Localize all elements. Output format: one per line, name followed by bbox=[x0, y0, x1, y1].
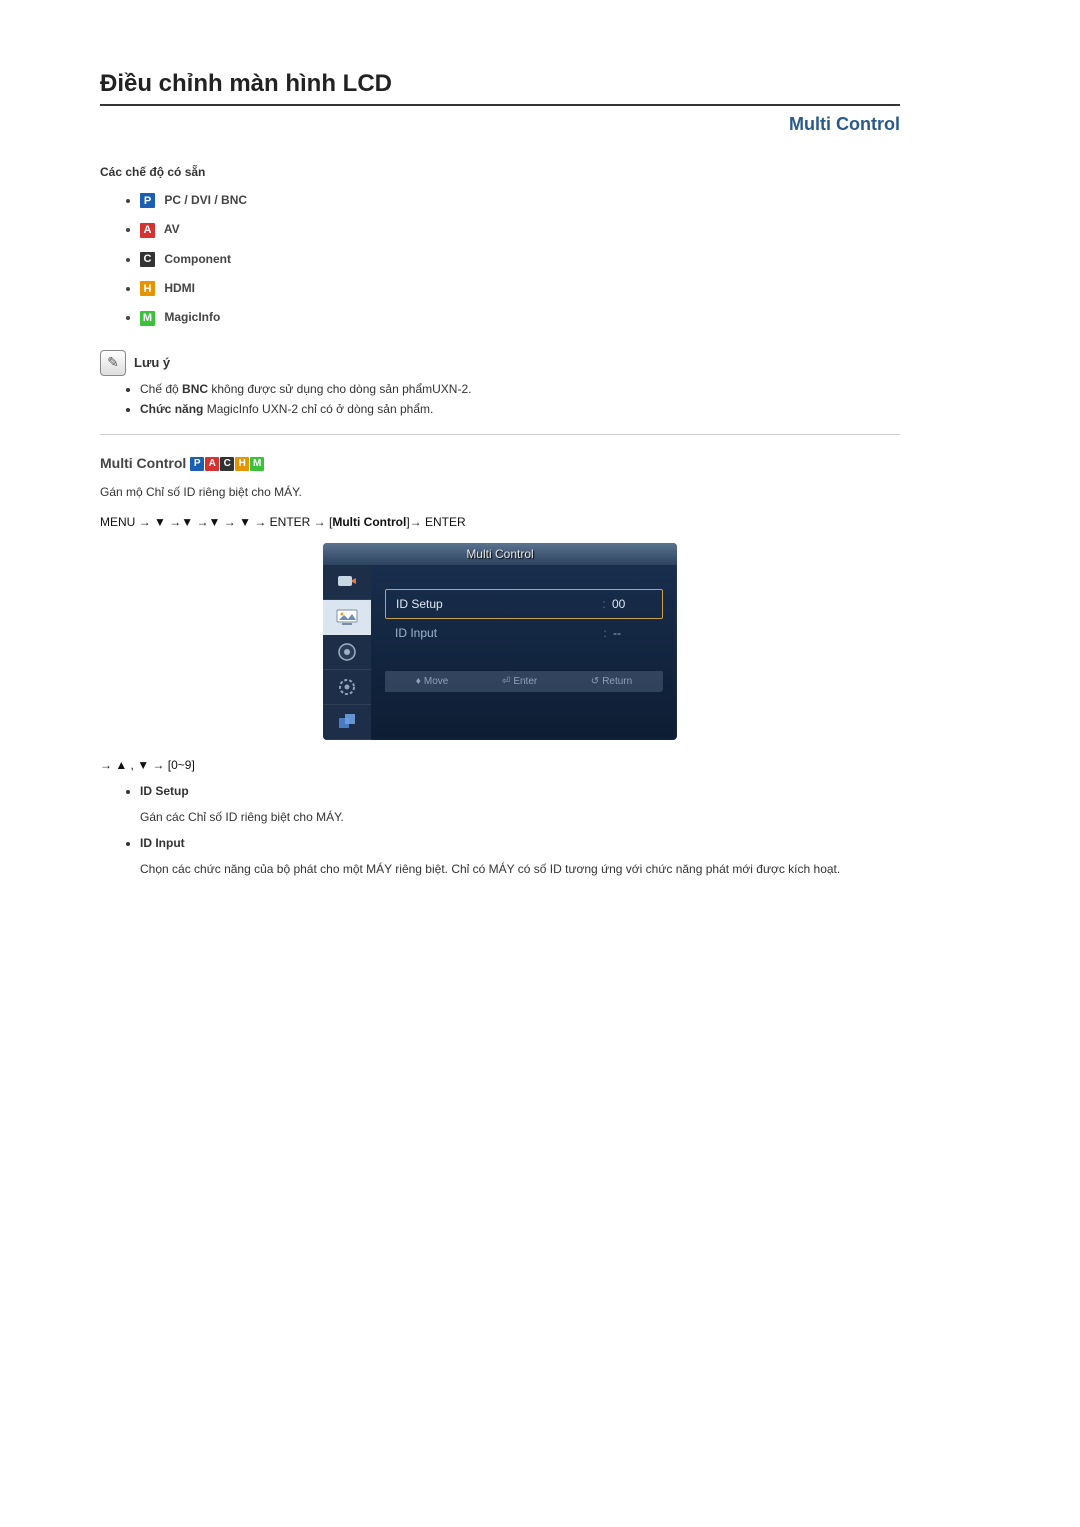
osd-tab-multicontrol-icon[interactable] bbox=[323, 705, 371, 740]
note1-post: không được sử dụng cho dòng sản phẩmUXN-… bbox=[208, 382, 471, 396]
available-modes-list: P PC / DVI / BNC A AV C Component H HDMI… bbox=[100, 193, 900, 326]
id-setup-heading: ID Setup bbox=[140, 784, 189, 798]
c-icon: C bbox=[220, 457, 234, 471]
menu-path-menu: MENU bbox=[100, 515, 135, 529]
osd-row-id-setup[interactable]: ID Setup : 00 bbox=[385, 589, 663, 619]
arrow-icon: → bbox=[224, 515, 236, 529]
arrow-icon: → bbox=[410, 515, 422, 529]
available-modes-heading: Các chế độ có sẵn bbox=[100, 165, 900, 179]
mode-label-hdmi: HDMI bbox=[164, 281, 195, 295]
osd-tab-input-icon[interactable] bbox=[323, 565, 371, 600]
menu-path: MENU → ▼ →▼ →▼ → ▼ → ENTER → [Multi Cont… bbox=[100, 515, 900, 529]
osd-id-setup-value: 00 bbox=[612, 597, 652, 611]
menu-path-enter: ENTER bbox=[425, 515, 466, 529]
id-setup-item: ID Setup Gán các Chỉ số ID riêng biệt ch… bbox=[140, 784, 900, 826]
colon: : bbox=[597, 626, 613, 640]
osd-id-input-value: -- bbox=[613, 626, 653, 640]
note1-pre: Chế độ bbox=[140, 382, 182, 396]
osd-hint-move: ♦ Move bbox=[416, 676, 449, 687]
osd-main-panel: ID Setup : 00 ID Input : -- ♦ Move ⏎ Ent… bbox=[371, 565, 677, 740]
note2-post: MagicInfo UXN-2 chỉ có ở dòng sản phẩm. bbox=[203, 402, 433, 416]
mode-label-magicinfo: MagicInfo bbox=[164, 310, 220, 324]
c-icon: C bbox=[140, 252, 155, 267]
note1-bold: BNC bbox=[182, 382, 208, 396]
osd-tab-picture-icon[interactable] bbox=[323, 600, 371, 635]
down-icon: ▼ bbox=[209, 515, 221, 529]
a-icon: A bbox=[140, 223, 155, 238]
mode-label-av: AV bbox=[164, 222, 180, 236]
arrow-icon: → bbox=[139, 515, 151, 529]
note-icon: ✎ bbox=[100, 350, 126, 376]
nav-sequence: → ▲ , ▼ → [0~9] bbox=[100, 758, 900, 772]
osd-id-input-label: ID Input bbox=[395, 626, 597, 640]
osd-id-setup-label: ID Setup bbox=[396, 597, 596, 611]
note2-pre: Chức năng bbox=[140, 402, 203, 416]
menu-path-multicontrol: Multi Control bbox=[332, 515, 406, 529]
menu-path-enter: ENTER bbox=[270, 515, 311, 529]
down-icon: ▼ bbox=[154, 515, 166, 529]
note-label: Lưu ý bbox=[134, 355, 170, 370]
down-icon: ▼ bbox=[181, 515, 193, 529]
multi-control-subheading: Multi Control PACHM bbox=[100, 455, 900, 471]
arrow-icon: → bbox=[254, 515, 266, 529]
osd-title: Multi Control bbox=[323, 543, 677, 565]
osd-tab-setup-icon[interactable] bbox=[323, 670, 371, 705]
h-icon: H bbox=[235, 457, 249, 471]
mode-item-pc: P PC / DVI / BNC bbox=[140, 193, 900, 208]
mode-label-component: Component bbox=[164, 252, 231, 266]
osd-sidebar bbox=[323, 565, 371, 740]
id-input-heading: ID Input bbox=[140, 836, 185, 850]
m-icon: M bbox=[140, 311, 155, 326]
mode-item-hdmi: H HDMI bbox=[140, 281, 900, 296]
osd-hint-enter: ⏎ Enter bbox=[502, 676, 537, 687]
mode-item-av: A AV bbox=[140, 222, 900, 237]
id-input-text: Chọn các chức năng của bộ phát cho một M… bbox=[140, 860, 900, 878]
arrow-icon: → bbox=[197, 515, 209, 529]
osd-row-id-input[interactable]: ID Input : -- bbox=[385, 619, 663, 647]
osd-tab-sound-icon[interactable] bbox=[323, 635, 371, 670]
osd-hint-return: ↺ Return bbox=[591, 676, 632, 687]
a-icon: A bbox=[205, 457, 219, 471]
p-icon: P bbox=[140, 193, 155, 208]
osd-screenshot: Multi Control bbox=[323, 543, 677, 740]
m-icon: M bbox=[250, 457, 264, 471]
p-icon: P bbox=[190, 457, 204, 471]
note-heading-row: ✎ Lưu ý bbox=[100, 350, 900, 376]
divider bbox=[100, 434, 900, 435]
subheading-text: Multi Control bbox=[100, 455, 186, 471]
osd-footer: ♦ Move ⏎ Enter ↺ Return bbox=[385, 671, 663, 692]
id-description-list: ID Setup Gán các Chỉ số ID riêng biệt ch… bbox=[100, 784, 900, 878]
mode-item-magicinfo: M MagicInfo bbox=[140, 310, 900, 325]
colon: : bbox=[596, 597, 612, 611]
page-title: Điều chỉnh màn hình LCD bbox=[100, 70, 900, 106]
down-icon: ▼ bbox=[239, 515, 251, 529]
mode-item-component: C Component bbox=[140, 252, 900, 267]
note-item-bnc: Chế độ BNC không được sử dụng cho dòng s… bbox=[140, 382, 900, 396]
note-list: Chế độ BNC không được sử dụng cho dòng s… bbox=[100, 382, 900, 416]
id-input-item: ID Input Chọn các chức năng của bộ phát … bbox=[140, 836, 900, 878]
id-setup-text: Gán các Chỉ số ID riêng biệt cho MÁY. bbox=[140, 808, 900, 826]
arrow-icon: → bbox=[314, 515, 326, 529]
arrow-icon: → bbox=[169, 515, 181, 529]
assign-id-description: Gán mộ Chỉ số ID riêng biệt cho MÁY. bbox=[100, 485, 900, 499]
section-heading-right: Multi Control bbox=[100, 114, 900, 135]
h-icon: H bbox=[140, 281, 155, 296]
note-item-magicinfo: Chức năng MagicInfo UXN-2 chỉ có ở dòng … bbox=[140, 402, 900, 416]
mode-label-pc: PC / DVI / BNC bbox=[164, 193, 247, 207]
